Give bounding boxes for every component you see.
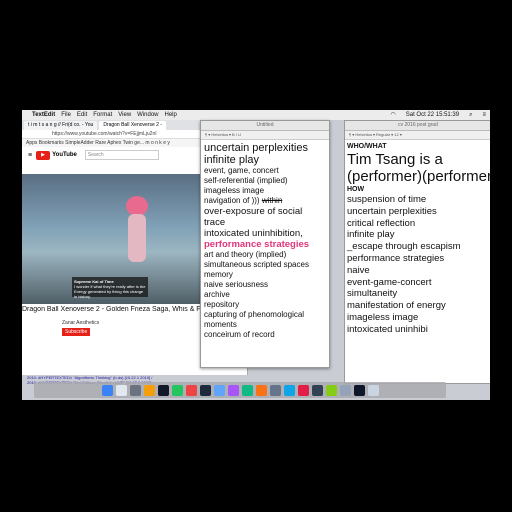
highlighted-line: performance strategies <box>204 239 310 250</box>
note-text: navigation of ))) <box>204 196 260 205</box>
note-line: art and theory (implied) <box>204 250 287 259</box>
cv-line: infinite play <box>347 229 395 241</box>
cv-line: performance strategies <box>347 252 445 264</box>
dock-app-icon[interactable] <box>241 384 253 396</box>
dock-app-icon[interactable] <box>115 384 127 396</box>
note-line: moments <box>204 320 237 329</box>
struck-word: within <box>261 196 283 205</box>
wifi-icon[interactable]: ◠ <box>390 110 395 120</box>
textedit-window-cv: cv 2016 post grad ¶ ▾ Helvetica ▾ Regula… <box>344 120 490 384</box>
window-title[interactable]: cv 2016 post grad <box>345 121 490 131</box>
dock-app-icon[interactable] <box>269 384 281 396</box>
subtitle-box: Supreme Kai of Time I wonder if what the… <box>72 277 148 299</box>
cv-line: event-game-concert <box>347 276 432 288</box>
tab-timtsang[interactable]: t i m t s a n g // Fri(d co. - You <box>24 120 98 130</box>
dock-app-icon[interactable] <box>283 384 295 396</box>
menu-textedit[interactable]: TextEdit <box>32 110 55 120</box>
note-body[interactable]: uncertain perplexities infinite play eve… <box>201 140 329 340</box>
menu-bar: TextEdit File Edit Format View Window He… <box>22 110 490 120</box>
dock-app-icon[interactable] <box>297 384 309 396</box>
tab-label: t i m t s a n g // Fri(d co. - You <box>28 121 94 128</box>
channel-name[interactable]: Zanar Aesthetics <box>62 320 99 326</box>
note-line: self-referential (implied) <box>204 176 288 185</box>
note-line: uncertain perplexities <box>204 142 308 154</box>
dock-app-icon[interactable] <box>367 384 379 396</box>
cv-line: suspension of time <box>347 194 427 205</box>
tab-dragonball[interactable]: Dragon Ball Xenoverse 2 - <box>99 120 166 130</box>
cv-heading: (performer)(performer) <box>347 168 490 185</box>
cv-line: intoxicated uninhibi <box>347 323 428 335</box>
dock-app-icon[interactable] <box>339 384 351 396</box>
format-toolbar[interactable]: ¶ ▾ Helvetica ▾ Regular ▾ 12 ▾ <box>345 131 490 140</box>
character-figure <box>120 196 154 266</box>
subscribe-button[interactable]: Subscribe <box>62 328 91 336</box>
note-line: archive <box>204 290 230 299</box>
dock-app-icon[interactable] <box>227 384 239 396</box>
cv-heading: Tim Tsang is a <box>347 151 443 168</box>
note-line: memory <box>204 270 233 279</box>
tab-label: Dragon Ball Xenoverse 2 - <box>103 121 162 128</box>
note-line: imageless image <box>204 186 265 195</box>
note-line: event, game, concert <box>204 166 279 175</box>
note-line: trace <box>204 217 226 228</box>
section-label-how: HOW <box>347 186 365 193</box>
note-line: intoxicated uninhibition, <box>204 228 303 239</box>
note-line: naive seriousness <box>204 280 269 289</box>
note-line: navigation of ))) within <box>204 196 329 206</box>
cv-line: naive <box>347 264 370 276</box>
cv-line: _escape through escapism <box>347 241 461 253</box>
note-line: simultaneous scripted spaces <box>204 260 309 269</box>
dock <box>34 382 446 398</box>
dock-app-icon[interactable] <box>353 384 365 396</box>
window-title[interactable]: Untitled <box>201 121 329 131</box>
note-line: over-exposure of social <box>204 206 303 217</box>
dock-app-icon[interactable] <box>129 384 141 396</box>
format-toolbar[interactable]: ¶ ▾ Helvetica ▾ B I U <box>201 131 329 140</box>
cv-line: manifestation of energy <box>347 300 446 312</box>
dock-app-icon[interactable] <box>311 384 323 396</box>
cv-line: critical reflection <box>347 217 416 229</box>
note-line: capturing of phenomological <box>204 310 305 319</box>
hamburger-icon[interactable]: ≡ <box>28 152 32 159</box>
dock-app-icon[interactable] <box>213 384 225 396</box>
search-icon[interactable]: ⌕ <box>469 110 472 120</box>
menu-help[interactable]: Help <box>165 110 177 120</box>
menu-view[interactable]: View <box>118 110 131 120</box>
dock-app-icon[interactable] <box>143 384 155 396</box>
note-line: infinite play <box>204 154 260 166</box>
textedit-window-notes: Untitled ¶ ▾ Helvetica ▾ B I U uncertain… <box>200 120 330 368</box>
dock-app-icon[interactable] <box>199 384 211 396</box>
desktop-screen: TextEdit File Edit Format View Window He… <box>22 110 490 400</box>
clock[interactable]: Sat Oct 22 15:51:39 <box>406 110 459 120</box>
dock-app-icon[interactable] <box>325 384 337 396</box>
subtitle-text: I wonder if what they're really after is… <box>74 284 146 299</box>
cv-body[interactable]: WHO/WHAT Tim Tsang is a (performer)(perf… <box>345 140 490 336</box>
dock-app-icon[interactable] <box>255 384 267 396</box>
search-input[interactable]: Search <box>84 150 159 160</box>
cv-line: simultaneity <box>347 288 398 300</box>
menu-edit[interactable]: Edit <box>77 110 87 120</box>
note-line: repository <box>204 300 240 309</box>
youtube-label: YouTube <box>52 152 77 158</box>
cv-line: uncertain perplexities <box>347 205 437 217</box>
menu-window[interactable]: Window <box>137 110 158 120</box>
dock-app-icon[interactable] <box>185 384 197 396</box>
dock-app-icon[interactable] <box>101 384 113 396</box>
menu-file[interactable]: File <box>61 110 71 120</box>
menu-format[interactable]: Format <box>93 110 112 120</box>
section-label-who: WHO/WHAT <box>347 143 387 150</box>
dock-app-icon[interactable] <box>157 384 169 396</box>
note-line: conceirum of record <box>204 330 275 339</box>
menu-list-icon[interactable]: ≡ <box>482 110 486 120</box>
youtube-logo-icon[interactable]: ▶ <box>36 150 51 160</box>
dock-app-icon[interactable] <box>171 384 183 396</box>
cv-line: imageless image <box>347 311 419 323</box>
